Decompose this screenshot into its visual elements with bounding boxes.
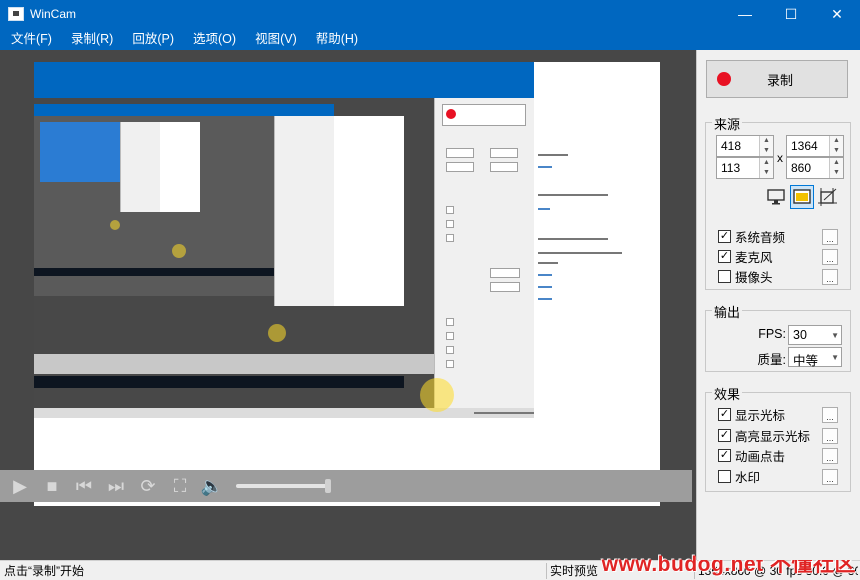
title-bar: WinCam — ☐ ✕ xyxy=(0,0,860,28)
width-value: 1364 xyxy=(791,139,818,153)
close-button[interactable]: ✕ xyxy=(814,0,860,28)
x-value: 418 xyxy=(721,139,742,153)
quality-value: 中等 xyxy=(793,354,819,368)
height-spinbox[interactable]: 860 ▲ ▼ xyxy=(786,157,844,179)
watermark-options-button[interactable]: ... xyxy=(822,469,838,485)
checkbox-checked-icon[interactable]: ✓ xyxy=(718,249,731,263)
microphone-label: 麦克风 xyxy=(735,250,773,265)
quality-label: 质量: xyxy=(757,353,786,367)
menu-view[interactable]: 视图(V) xyxy=(244,28,305,50)
chevron-down-icon: ▼ xyxy=(831,331,839,340)
y-spinbox[interactable]: 113 ▲ ▼ xyxy=(716,157,774,179)
status-message: 点击“录制”开始 xyxy=(4,564,84,578)
playback-toolbar: ▶ ■ ⏮ ⏭ ⟳ ⛶ 🔈 xyxy=(0,470,692,502)
source-group: 来源 418 ▲ ▼ 1364 ▲ ▼ x 113 ▲ ▼ 860 ▲ ▼ ✓ 系统音频 xyxy=(705,114,851,290)
menu-help[interactable]: 帮助(H) xyxy=(305,28,366,50)
region-mode-button[interactable] xyxy=(816,185,840,209)
spin-arrows-icon[interactable]: ▲ ▼ xyxy=(759,158,773,178)
menu-playback[interactable]: 回放(P) xyxy=(121,28,182,50)
window-mode-button[interactable] xyxy=(790,185,814,209)
microphone-options-button[interactable]: ... xyxy=(822,249,838,265)
highlight-cursor-options-button[interactable]: ... xyxy=(822,428,838,444)
menu-options[interactable]: 选项(O) xyxy=(182,28,244,50)
highlight-cursor-label: 高亮显示光标 xyxy=(735,429,811,444)
fullscreen-mode-button[interactable] xyxy=(764,185,788,209)
volume-slider[interactable] xyxy=(236,479,331,493)
record-dot-icon xyxy=(717,72,731,86)
checkbox-checked-icon[interactable]: ✓ xyxy=(718,407,731,421)
status-divider xyxy=(546,563,547,579)
play-icon[interactable]: ▶ xyxy=(8,474,32,498)
watermark-checkbox[interactable]: 水印 xyxy=(718,467,760,485)
region-select-icon xyxy=(818,188,837,206)
height-value: 860 xyxy=(791,161,812,175)
menu-bar: 文件(F) 录制(R) 回放(P) 选项(O) 视图(V) 帮助(H) xyxy=(0,28,860,50)
minimize-button[interactable]: — xyxy=(722,0,768,28)
control-panel: 录制 来源 418 ▲▼ 1364 ▲▼ x 113 ▲▼ 860 ▲▼ xyxy=(696,50,860,560)
window-controls: — ☐ ✕ xyxy=(722,0,860,28)
monitor-icon xyxy=(767,189,785,205)
output-group-title: 输出 xyxy=(712,302,743,321)
system-audio-checkbox[interactable]: ✓ 系统音频 xyxy=(718,227,785,245)
window-title: WinCam xyxy=(30,7,77,21)
checkbox-checked-icon[interactable]: ✓ xyxy=(718,448,731,462)
output-group: 输出 FPS: 30 ▼ 质量: 中等 ▼ xyxy=(705,302,851,372)
skip-back-icon[interactable]: ⏮ xyxy=(72,474,96,498)
checkbox-unchecked-icon[interactable] xyxy=(718,269,731,283)
spin-arrows-icon[interactable]: ▲ ▼ xyxy=(829,158,843,178)
volume-icon[interactable]: 🔈 xyxy=(200,474,224,498)
maximize-button[interactable]: ☐ xyxy=(768,0,814,28)
status-bar: 点击“录制”开始 实时预览 1364x860 @ 30 fps 30.0 @ 3… xyxy=(0,553,860,580)
y-value: 113 xyxy=(721,161,741,175)
skip-forward-icon[interactable]: ⏭ xyxy=(104,474,128,498)
record-button-label: 录制 xyxy=(767,72,794,88)
checkbox-checked-icon[interactable]: ✓ xyxy=(718,428,731,442)
camera-checkbox[interactable]: 摄像头 xyxy=(718,267,773,285)
system-audio-label: 系统音频 xyxy=(735,230,786,245)
effects-group-title: 效果 xyxy=(712,384,743,403)
spin-arrows-icon[interactable]: ▲ ▼ xyxy=(759,136,773,156)
animate-clicks-label: 动画点击 xyxy=(735,449,786,464)
effects-group: 效果 ✓ 显示光标 ... ✓ 高亮显示光标 ... ✓ 动画点击 ... 水印… xyxy=(705,384,851,492)
fps-label: FPS: xyxy=(758,327,786,341)
show-cursor-options-button[interactable]: ... xyxy=(822,407,838,423)
camera-options-button[interactable]: ... xyxy=(822,269,838,285)
highlight-cursor-checkbox[interactable]: ✓ 高亮显示光标 xyxy=(718,426,810,444)
animate-clicks-checkbox[interactable]: ✓ 动画点击 xyxy=(718,446,785,464)
fullscreen-icon[interactable]: ⛶ xyxy=(168,474,192,498)
stop-icon[interactable]: ■ xyxy=(40,474,64,498)
checkbox-unchecked-icon[interactable] xyxy=(718,469,731,483)
camera-label: 摄像头 xyxy=(735,270,773,285)
quality-combobox[interactable]: 中等 ▼ xyxy=(788,347,842,368)
chevron-down-icon: ▼ xyxy=(831,353,839,362)
loop-icon[interactable]: ⟳ xyxy=(136,474,160,498)
show-cursor-checkbox[interactable]: ✓ 显示光标 xyxy=(718,405,785,423)
menu-file[interactable]: 文件(F) xyxy=(0,28,60,50)
menu-record[interactable]: 录制(R) xyxy=(60,28,121,50)
watermark-label: 水印 xyxy=(735,470,761,485)
record-button[interactable]: 录制 xyxy=(706,60,848,98)
source-group-title: 来源 xyxy=(712,114,743,133)
animate-clicks-options-button[interactable]: ... xyxy=(822,448,838,464)
fps-combobox[interactable]: 30 ▼ xyxy=(788,325,842,345)
fps-value: 30 xyxy=(793,328,807,342)
app-camera-icon xyxy=(8,7,24,21)
width-spinbox[interactable]: 1364 ▲ ▼ xyxy=(786,135,844,157)
size-separator: x xyxy=(777,151,783,165)
volume-slider-handle[interactable] xyxy=(325,479,331,493)
microphone-checkbox[interactable]: ✓ 麦克风 xyxy=(718,247,773,265)
system-audio-options-button[interactable]: ... xyxy=(822,229,838,245)
spin-arrows-icon[interactable]: ▲ ▼ xyxy=(829,136,843,156)
x-spinbox[interactable]: 418 ▲ ▼ xyxy=(716,135,774,157)
window-icon xyxy=(793,189,811,204)
show-cursor-label: 显示光标 xyxy=(735,408,786,423)
live-preview-image xyxy=(34,62,660,506)
checkbox-checked-icon[interactable]: ✓ xyxy=(718,229,731,243)
